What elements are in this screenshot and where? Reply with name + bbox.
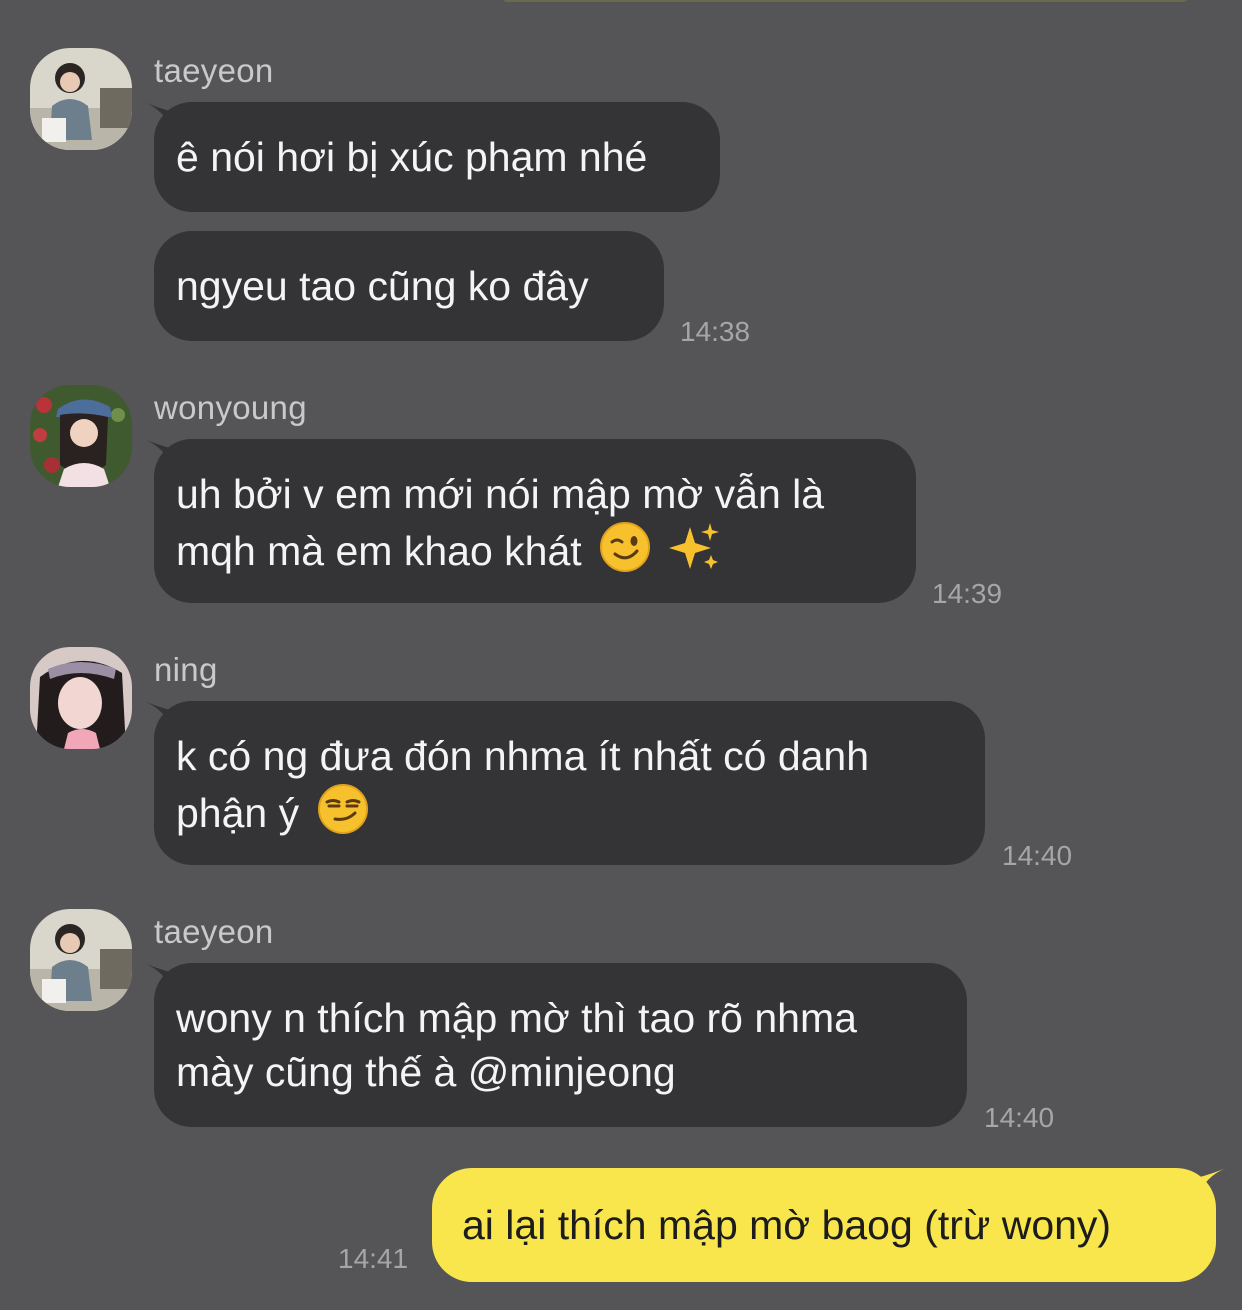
- message-time: 14:38: [680, 316, 751, 347]
- message-bubble[interactable]: uh bởi v em mới nói mập mờ vẫn là mqh mà…: [154, 439, 916, 603]
- chat-screen: taeyeon ê nói hơi bị xúc phạm nhé ngyeu …: [0, 0, 1242, 1310]
- message-text: ngyeu tao cũng ko đây: [176, 263, 589, 309]
- message-text-line: wony n thích mập mờ thì tao rõ nhma: [176, 995, 857, 1041]
- previous-message-edge: [500, 0, 1190, 2]
- message-bubble[interactable]: ngyeu tao cũng ko đây: [154, 231, 664, 341]
- smirking-face-icon: [317, 784, 368, 834]
- sender-name: ning: [154, 651, 218, 688]
- message-time: 14:40: [1002, 840, 1073, 871]
- sender-name: wonyoung: [154, 389, 307, 426]
- message-time: 14:39: [932, 578, 1003, 609]
- message-bubble[interactable]: ê nói hơi bị xúc phạm nhé: [154, 102, 720, 212]
- message-text-line: mày cũng thế à @minjeong: [176, 1049, 676, 1095]
- message-bubble[interactable]: wony n thích mập mờ thì tao rõ nhma mày …: [154, 963, 967, 1127]
- winking-face-icon: [600, 522, 651, 572]
- my-bubble-tail: [1196, 1168, 1226, 1198]
- message-text: mqh mà em khao khát: [176, 528, 582, 574]
- my-message-time: 14:41: [338, 1243, 409, 1274]
- message-text: phận ý: [176, 790, 300, 836]
- my-message-bubble[interactable]: ai lại thích mập mờ baog (trừ wony): [432, 1168, 1216, 1282]
- message-text-line: phận ý: [176, 783, 961, 840]
- wonyoung-avatar[interactable]: [30, 385, 132, 487]
- my-message-text: ai lại thích mập mờ baog (trừ wony): [462, 1202, 1112, 1248]
- message-text-line: k có ng đưa đón nhma ít nhất có danh: [176, 733, 870, 779]
- taeyeon-avatar[interactable]: [30, 48, 132, 150]
- message-bubble[interactable]: k có ng đưa đón nhma ít nhất có danh phậ…: [154, 701, 985, 865]
- ning-avatar[interactable]: [30, 647, 132, 749]
- message-text-line: mqh mà em khao khát: [176, 521, 892, 578]
- message-text-line: uh bởi v em mới nói mập mờ vẫn là: [176, 471, 825, 517]
- sender-name: taeyeon: [154, 913, 274, 950]
- message-text: ê nói hơi bị xúc phạm nhé: [176, 134, 648, 180]
- taeyeon-avatar[interactable]: [30, 909, 132, 1011]
- message-time: 14:40: [984, 1102, 1055, 1133]
- sender-name: taeyeon: [154, 52, 274, 89]
- sparkles-icon: [669, 523, 720, 569]
